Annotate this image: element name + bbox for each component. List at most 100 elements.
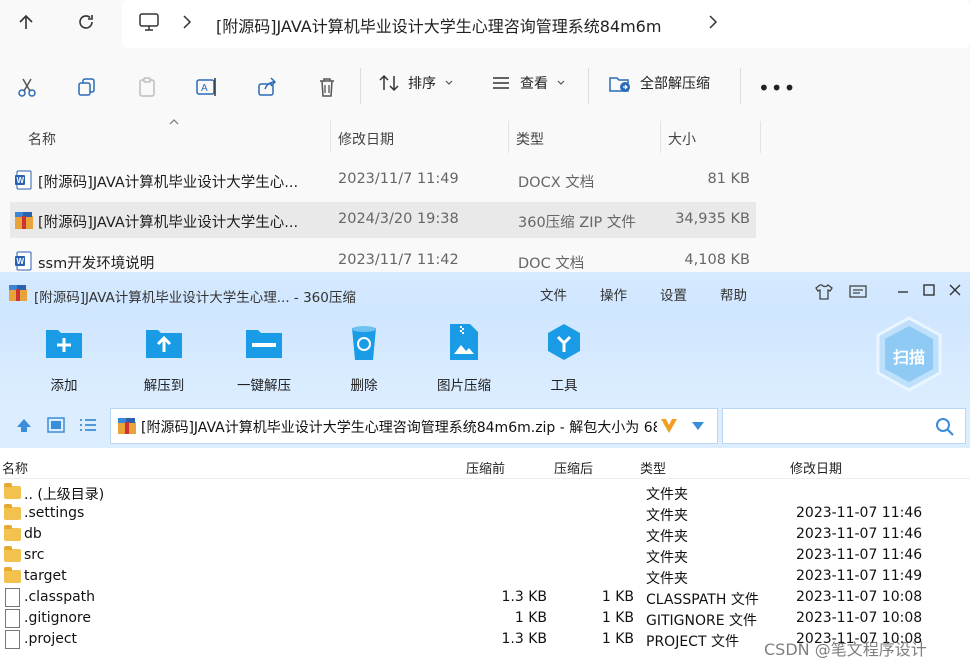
breadcrumb-expand-chevron-icon[interactable] — [708, 14, 718, 30]
entry-type: 文件夹 — [646, 487, 688, 503]
delete-zip-button[interactable]: 删除 — [324, 322, 404, 394]
view-lines-icon — [493, 77, 509, 89]
archive-search-input[interactable] — [722, 408, 966, 444]
one-click-extract-button[interactable]: 一键解压 — [224, 322, 304, 394]
copy-icon[interactable] — [70, 70, 104, 104]
up-arrow-icon[interactable] — [8, 4, 44, 40]
file-type: DOC 文档 — [518, 256, 585, 272]
archive-row[interactable]: .settings 文件夹 2023-11-07 11:46 — [0, 503, 970, 524]
archive-row[interactable]: .classpath 1.3 KB 1 KB CLASSPATH 文件 2023… — [0, 587, 970, 608]
column-modified[interactable]: 修改日期 — [790, 458, 842, 477]
column-type[interactable]: 类型 — [640, 458, 666, 477]
add-folder-icon — [46, 330, 82, 358]
view-button[interactable]: 查看 — [490, 72, 566, 94]
file-name: [附源码]JAVA计算机毕业设计大学生心... — [38, 175, 299, 191]
menu-help[interactable]: 帮助 — [720, 284, 747, 304]
archive-path-text: [附源码]JAVA计算机毕业设计大学生心理咨询管理系统84m6m.zip - 解… — [141, 420, 657, 436]
delete-icon[interactable] — [310, 70, 344, 104]
column-compressed[interactable]: 压缩后 — [554, 458, 593, 477]
column-divider[interactable] — [330, 121, 331, 153]
tools-button[interactable]: 工具 — [524, 322, 604, 394]
column-name[interactable]: 名称 — [28, 129, 56, 149]
maximize-icon[interactable] — [922, 283, 936, 297]
entry-packed: 1.3 KB — [501, 631, 548, 647]
entry-name: .settings — [24, 505, 85, 521]
column-size[interactable]: 大小 — [668, 129, 696, 149]
zip-window-title: [附源码]JAVA计算机毕业设计大学生心理... - 360压缩 — [34, 290, 356, 306]
column-type[interactable]: 类型 — [516, 129, 544, 149]
zip-archive-icon — [14, 210, 34, 230]
extract-to-icon — [146, 330, 182, 358]
folder-icon — [4, 504, 21, 520]
monitor-icon[interactable] — [138, 12, 160, 32]
share-icon[interactable] — [250, 70, 284, 104]
file-icon — [5, 630, 20, 649]
entry-type: 文件夹 — [646, 508, 688, 524]
archive-path-field[interactable]: [附源码]JAVA计算机毕业设计大学生心理咨询管理系统84m6m.zip - 解… — [110, 408, 718, 444]
image-compress-button[interactable]: 图片压缩 — [424, 322, 504, 394]
paste-icon[interactable] — [130, 70, 164, 104]
up-level-icon[interactable] — [14, 416, 34, 434]
breadcrumb-chevron-icon[interactable] — [182, 14, 192, 30]
file-modified: 2024/3/20 19:38 — [338, 211, 459, 227]
zip-titlebar[interactable]: [附源码]JAVA计算机毕业设计大学生心理... - 360压缩 文件 操作 设… — [0, 272, 970, 312]
archive-row[interactable]: target 文件夹 2023-11-07 11:49 — [0, 566, 970, 587]
file-row[interactable]: W [附源码]JAVA计算机毕业设计大学生心... 2023/11/7 11:4… — [10, 162, 756, 198]
list-view-icon[interactable] — [78, 416, 98, 434]
zip-window: [附源码]JAVA计算机毕业设计大学生心理... - 360压缩 文件 操作 设… — [0, 272, 970, 664]
sort-icon — [379, 74, 399, 92]
word-doc-icon: W — [14, 170, 32, 190]
toolbar-divider — [588, 68, 589, 104]
entry-name: .. (上级目录) — [24, 487, 105, 503]
path-dropdown-icon[interactable] — [691, 421, 705, 431]
column-divider[interactable] — [660, 121, 661, 153]
entry-type: 文件夹 — [646, 529, 688, 545]
entry-compressed: 1 KB — [601, 589, 634, 605]
extract-all-icon — [609, 77, 630, 92]
address-bar[interactable]: [附源码]JAVA计算机毕业设计大学生心理咨询管理系统84m6m — [122, 0, 970, 48]
scan-button[interactable]: 扫描 — [874, 316, 944, 392]
column-divider[interactable] — [508, 121, 509, 153]
file-size: 4,108 KB — [684, 252, 750, 268]
breadcrumb-folder[interactable]: [附源码]JAVA计算机毕业设计大学生心理咨询管理系统84m6m — [216, 13, 661, 37]
refresh-icon[interactable] — [68, 4, 104, 40]
rename-icon[interactable]: A — [190, 70, 224, 104]
archive-row[interactable]: .gitignore 1 KB 1 KB GITIGNORE 文件 2023-1… — [0, 608, 970, 629]
folder-icon — [4, 483, 21, 499]
skin-shirt-icon[interactable] — [814, 283, 834, 301]
column-divider[interactable] — [760, 121, 761, 153]
menu-settings[interactable]: 设置 — [660, 284, 687, 304]
menu-operate[interactable]: 操作 — [600, 284, 627, 304]
column-name[interactable]: 名称 — [2, 458, 28, 477]
entry-modified: 2023-11-07 11:49 — [796, 568, 923, 584]
archive-row[interactable]: src 文件夹 2023-11-07 11:46 — [0, 545, 970, 566]
sort-button[interactable]: 排序 — [378, 72, 454, 94]
file-icon — [5, 609, 20, 628]
column-modified[interactable]: 修改日期 — [338, 129, 394, 149]
column-packed[interactable]: 压缩前 — [466, 458, 505, 477]
entry-type: PROJECT 文件 — [646, 634, 739, 650]
zip-toolbar: 添加 解压到 一键解压 删除 图片压缩 工具 扫描 — [0, 312, 970, 402]
minimize-icon[interactable] — [896, 284, 910, 298]
thumbnail-view-icon[interactable] — [46, 416, 66, 434]
scan-label: 扫描 — [892, 348, 925, 367]
entry-modified: 2023-11-07 11:46 — [796, 547, 923, 563]
entry-name: src — [24, 547, 45, 563]
file-size: 34,935 KB — [675, 211, 750, 227]
archive-row[interactable]: db 文件夹 2023-11-07 11:46 — [0, 524, 970, 545]
archive-row[interactable]: .. (上级目录) 文件夹 — [0, 482, 970, 503]
add-button[interactable]: 添加 — [24, 322, 104, 394]
entry-packed: 1.3 KB — [501, 589, 548, 605]
extract-to-button[interactable]: 解压到 — [124, 322, 204, 394]
more-options-icon[interactable]: ••• — [758, 76, 796, 100]
cut-icon[interactable] — [10, 70, 44, 104]
menu-file[interactable]: 文件 — [540, 284, 567, 304]
file-row-selected[interactable]: [附源码]JAVA计算机毕业设计大学生心... 2024/3/20 19:38 … — [10, 202, 756, 238]
feedback-icon[interactable] — [848, 284, 868, 301]
close-icon[interactable] — [948, 283, 962, 297]
extract-all-button[interactable]: 全部解压缩 — [608, 72, 710, 94]
search-icon[interactable] — [935, 417, 955, 437]
svg-text:W: W — [17, 257, 25, 266]
entry-type: 文件夹 — [646, 550, 688, 566]
word-doc-icon: W — [14, 251, 32, 271]
